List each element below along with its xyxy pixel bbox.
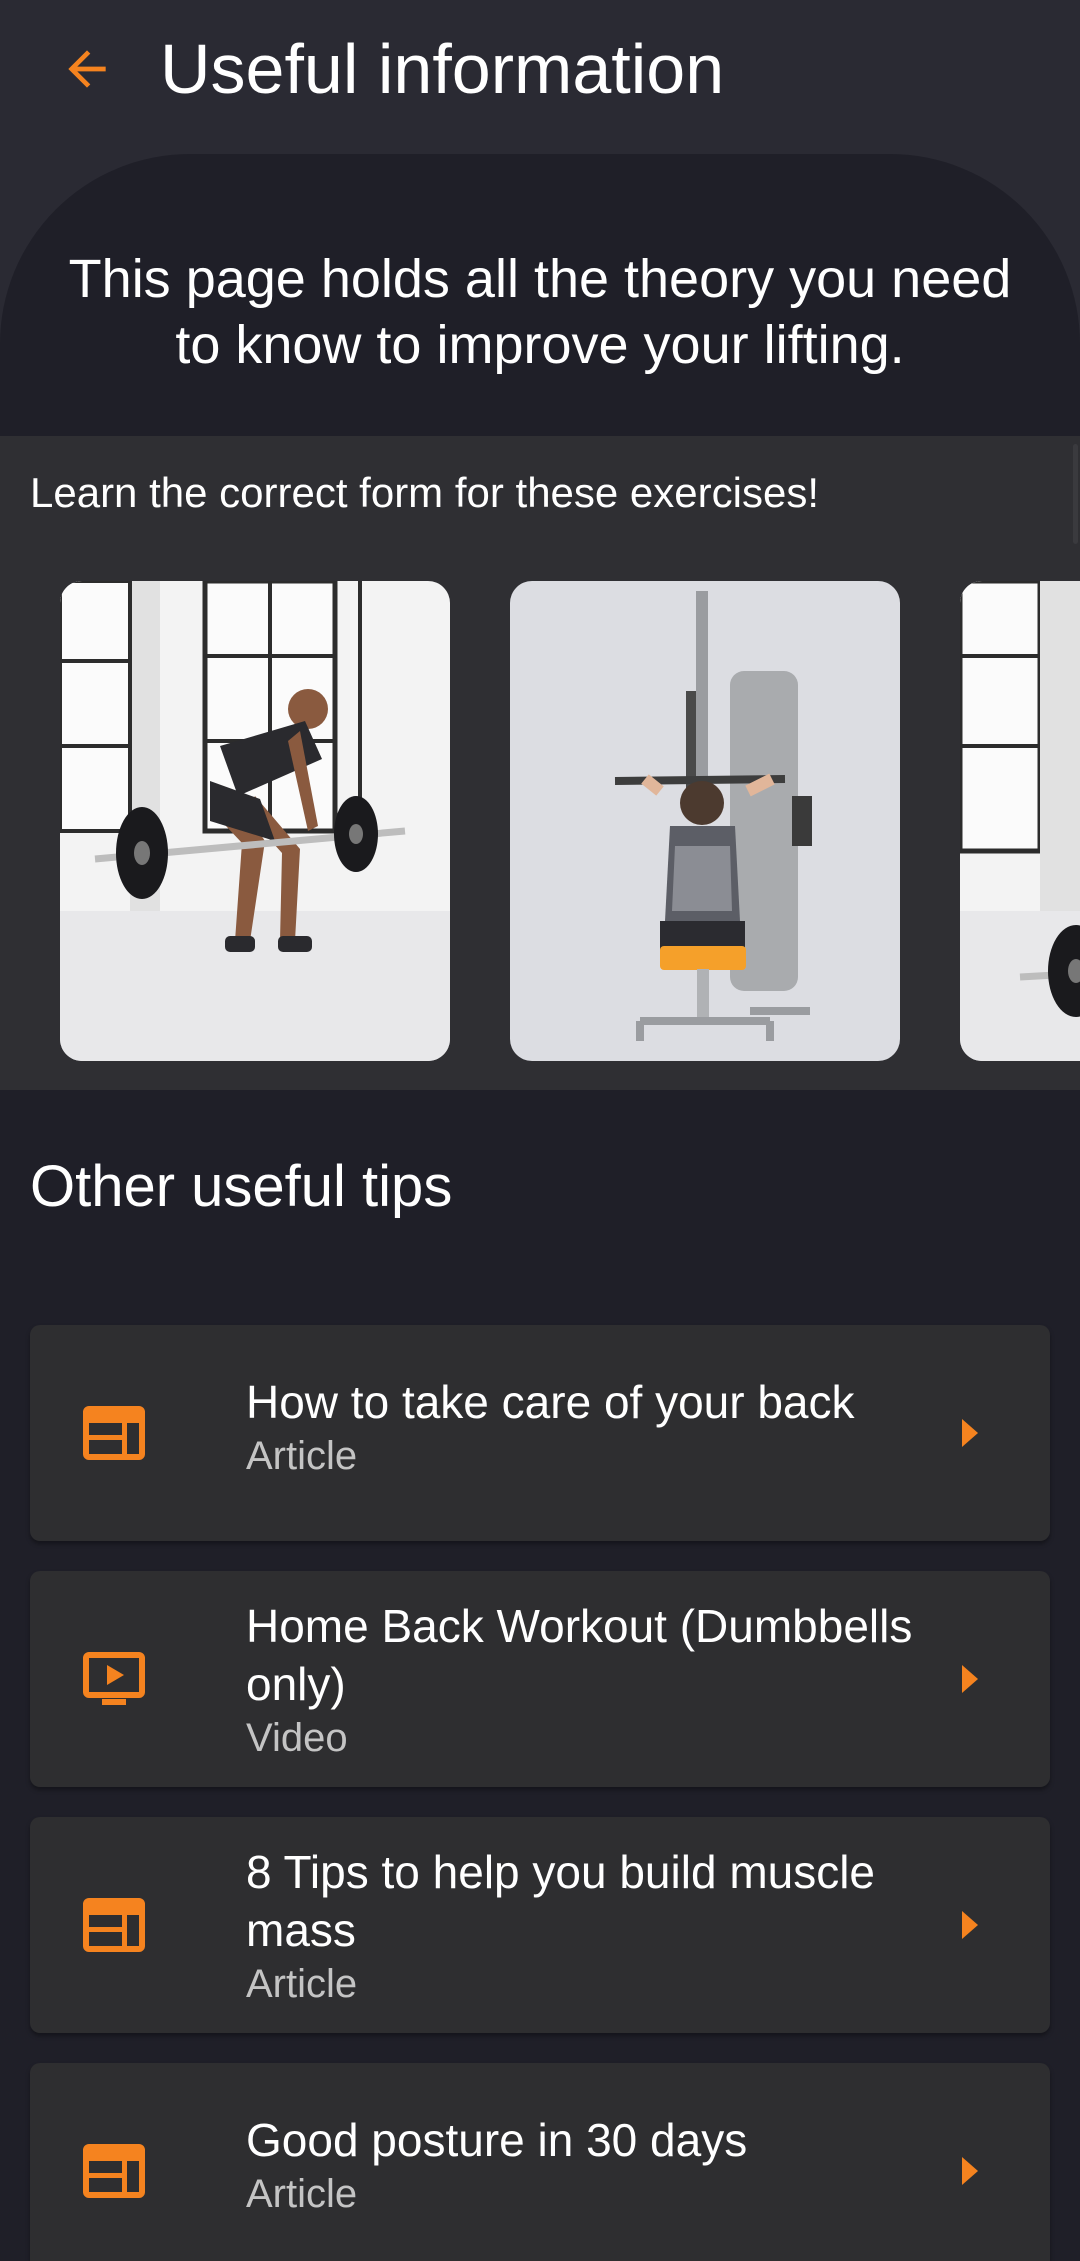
hero-text: This page holds all the theory you need … bbox=[68, 249, 1012, 375]
barbell-photo-partial bbox=[960, 581, 1080, 1061]
tip-text: 8 Tips to help you build muscle mass Art… bbox=[246, 1843, 946, 2009]
tips-section-title: Other useful tips bbox=[30, 1154, 453, 1219]
tip-type: Video bbox=[246, 1716, 348, 1760]
arrow-back-icon bbox=[68, 50, 106, 88]
chevron-right-icon bbox=[962, 1665, 978, 1693]
exercise-card-barbell-row[interactable] bbox=[60, 581, 450, 1061]
chevron-right-icon bbox=[962, 2157, 978, 2185]
tip-text: Home Back Workout (Dumbbells only) Video bbox=[246, 1597, 946, 1763]
article-icon bbox=[83, 1898, 145, 1952]
article-icon bbox=[83, 1406, 145, 1460]
tip-item-back-care[interactable]: How to take care of your back Article bbox=[30, 1325, 1050, 1541]
video-icon bbox=[83, 1652, 145, 1705]
exercise-card-barbell-partial[interactable] bbox=[960, 581, 1080, 1061]
tip-type: Article bbox=[246, 2172, 358, 2216]
back-button[interactable] bbox=[52, 34, 122, 104]
tip-type: Article bbox=[246, 1434, 358, 1478]
article-icon bbox=[83, 2144, 145, 2198]
app-bar: Useful information bbox=[0, 0, 1080, 140]
scrollbar[interactable] bbox=[1073, 444, 1078, 544]
chevron-right-icon bbox=[962, 1419, 978, 1447]
exercise-card-lat-pulldown[interactable] bbox=[510, 581, 900, 1061]
barbell-row-photo bbox=[60, 581, 450, 1061]
lat-pulldown-photo bbox=[510, 581, 900, 1061]
page-title: Useful information bbox=[160, 30, 725, 108]
exercise-carousel[interactable]: Learn the correct form for these exercis… bbox=[0, 436, 1080, 1090]
hero-section: This page holds all the theory you need … bbox=[0, 154, 1080, 436]
tip-item-home-back-workout[interactable]: Home Back Workout (Dumbbells only) Video bbox=[30, 1571, 1050, 1787]
tip-item-good-posture[interactable]: Good posture in 30 days Article bbox=[30, 2063, 1050, 2261]
tip-title: Home Back Workout (Dumbbells only) bbox=[246, 1600, 913, 1710]
chevron-right-icon bbox=[962, 1911, 978, 1939]
tip-item-muscle-mass[interactable]: 8 Tips to help you build muscle mass Art… bbox=[30, 1817, 1050, 2033]
exercise-heading: Learn the correct form for these exercis… bbox=[30, 469, 819, 516]
tip-title: 8 Tips to help you build muscle mass bbox=[246, 1846, 876, 1956]
tip-title: Good posture in 30 days bbox=[246, 2114, 748, 2166]
tip-text: Good posture in 30 days Article bbox=[246, 2111, 946, 2219]
tip-text: How to take care of your back Article bbox=[246, 1373, 946, 1481]
tip-type: Article bbox=[246, 1962, 358, 2006]
tip-title: How to take care of your back bbox=[246, 1376, 855, 1428]
